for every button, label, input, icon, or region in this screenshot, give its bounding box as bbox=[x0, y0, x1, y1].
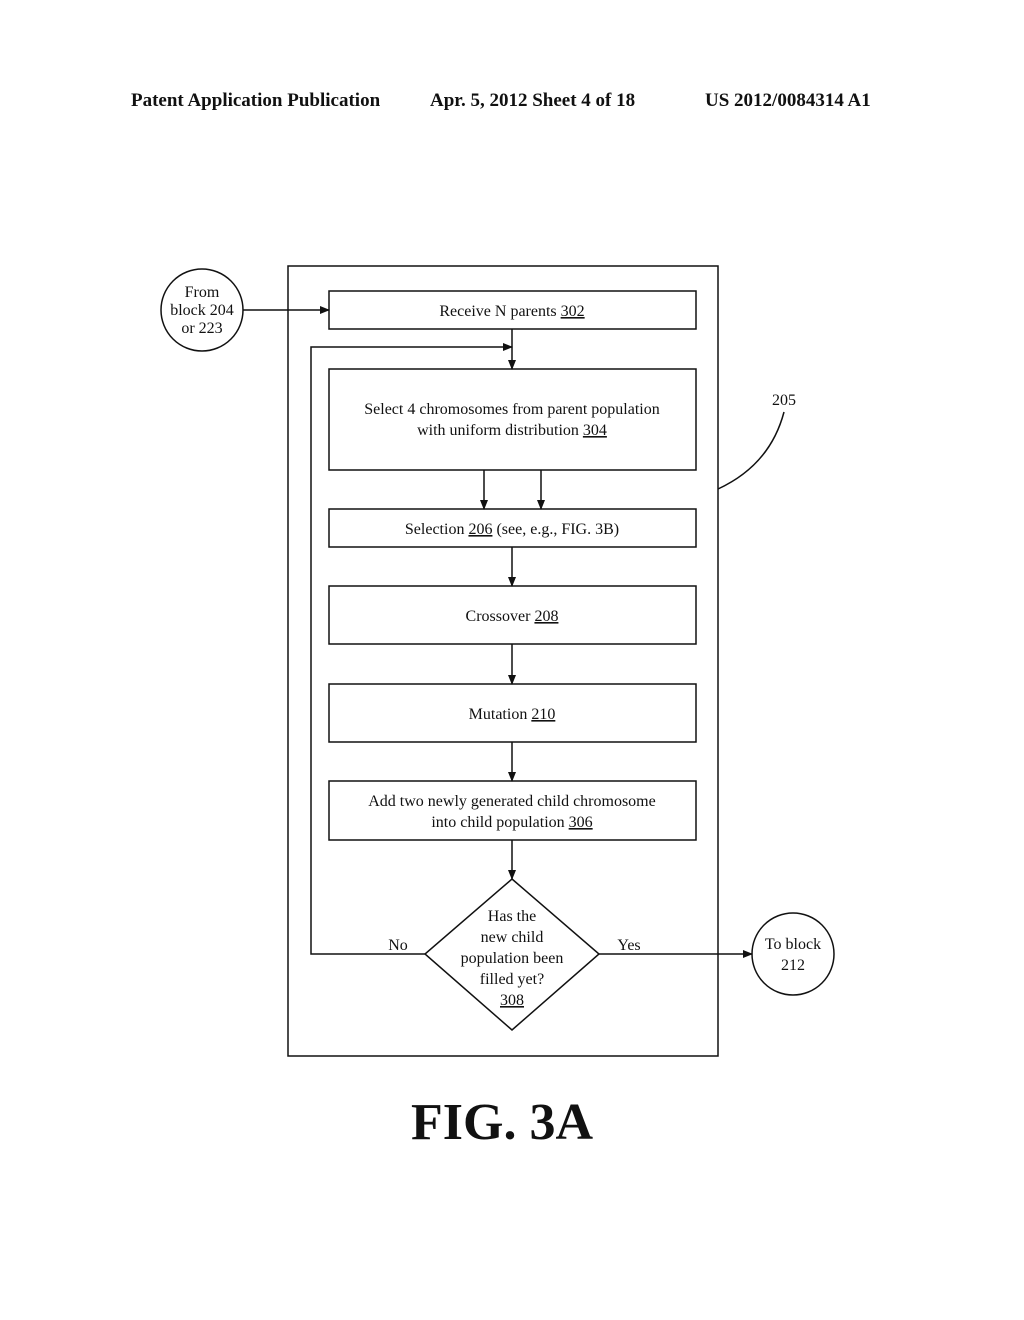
box-208-text: Crossover 208 bbox=[466, 608, 559, 625]
decision-text-4: filled yet? bbox=[480, 971, 544, 988]
entry-text-2: block 204 bbox=[170, 302, 234, 319]
exit-text-1: To block bbox=[765, 936, 821, 953]
entry-text-3: or 223 bbox=[181, 320, 222, 337]
box-304 bbox=[328, 368, 697, 471]
box-306-text-1: Add two newly generated child chromosome bbox=[368, 793, 655, 810]
decision-ref: 308 bbox=[500, 992, 524, 1009]
entry-text-1: From bbox=[185, 284, 220, 301]
no-label: No bbox=[388, 937, 408, 954]
ref-205: 205 bbox=[772, 392, 796, 409]
figure-label: FIG. 3A bbox=[411, 1094, 593, 1151]
box-304-text-1: Select 4 chromosomes from parent populat… bbox=[364, 401, 659, 418]
decision-text-2: new child bbox=[481, 929, 544, 946]
flowchart: From block 204 or 223 To block 212 205 R… bbox=[160, 265, 835, 1151]
box-306 bbox=[328, 780, 697, 841]
box-306-text-2: into child population 306 bbox=[431, 814, 592, 831]
yes-label: Yes bbox=[617, 937, 640, 954]
exit-text-2: 212 bbox=[781, 957, 805, 974]
exit-connector bbox=[751, 912, 835, 996]
decision-text-3: population been bbox=[461, 950, 564, 967]
ref-leader-205 bbox=[717, 411, 785, 490]
box-206-text: Selection 206 (see, e.g., FIG. 3B) bbox=[405, 521, 619, 538]
box-210-text: Mutation 210 bbox=[469, 706, 556, 723]
box-304-text-2: with uniform distribution 304 bbox=[417, 422, 607, 439]
decision-text-1: Has the bbox=[488, 908, 536, 925]
box-302-text: Receive N parents 302 bbox=[439, 303, 584, 320]
